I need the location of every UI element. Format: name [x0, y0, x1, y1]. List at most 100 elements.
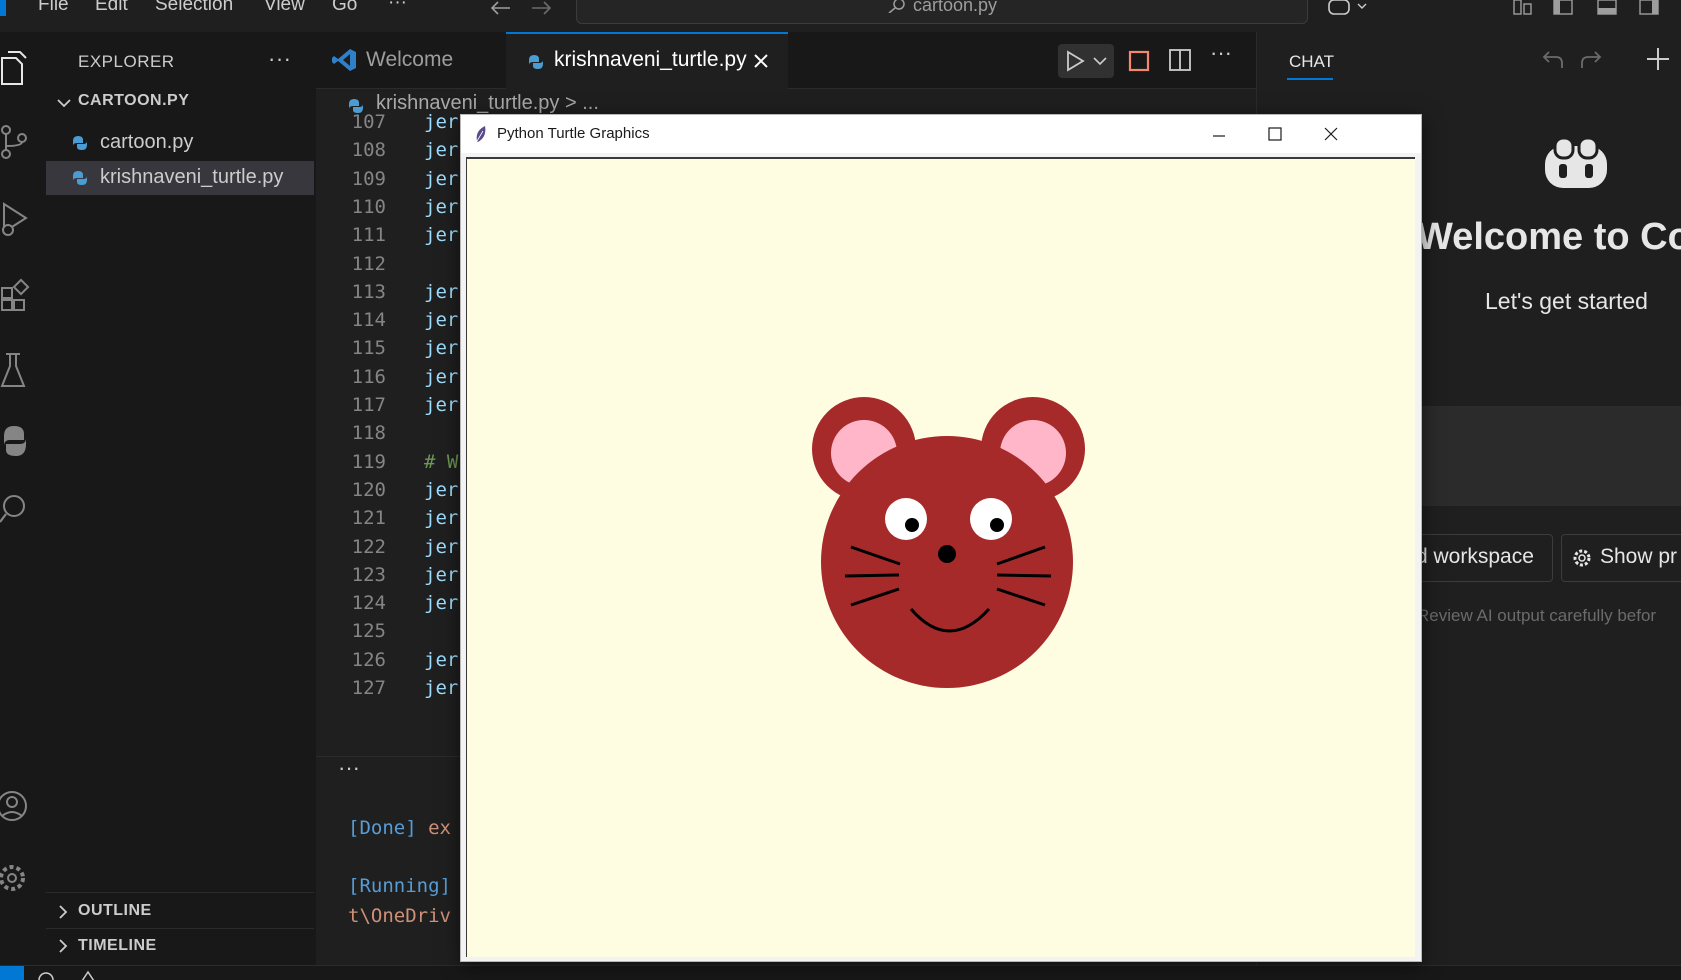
code-line[interactable]: 122 jer [316, 536, 466, 566]
code-line[interactable]: 123 jer [316, 564, 466, 594]
explorer-sidebar: EXPLORER ··· CARTOON.PY cartoon.py krish… [46, 32, 317, 979]
settings-gear-icon[interactable] [0, 860, 40, 900]
account-icon[interactable] [0, 790, 40, 830]
back-arrow-icon[interactable] [488, 0, 514, 16]
tab-welcome[interactable]: Welcome [316, 32, 506, 88]
chevron-right-icon[interactable] [56, 938, 70, 954]
tab-krishnaveni-turtle[interactable]: krishnaveni_turtle.py [506, 32, 788, 90]
turtle-graphics-window: Python Turtle Graphics [460, 114, 1422, 962]
forward-arrow-icon[interactable] [528, 0, 554, 16]
activity-bar [0, 32, 46, 979]
redo-icon[interactable] [1579, 48, 1603, 72]
code-line[interactable]: 114 jer [316, 309, 466, 339]
python-icon[interactable] [0, 422, 40, 462]
line-number: 114 [351, 309, 386, 332]
chat-welcome-heading: Welcome to Cop [1417, 216, 1681, 258]
remote-indicator[interactable] [0, 966, 24, 980]
code-line[interactable]: 107 jer [316, 111, 466, 141]
folder-cartoon[interactable]: CARTOON.PY [78, 92, 189, 110]
file-krishnaveni-turtle-py[interactable]: krishnaveni_turtle.py [46, 161, 314, 195]
undo-icon[interactable] [1541, 48, 1565, 72]
editor-more-button[interactable]: ··· [1210, 40, 1232, 66]
menu-more-button[interactable]: ··· [388, 0, 407, 14]
show-prompts-button[interactable]: Show pr [1561, 534, 1681, 582]
close-window-button[interactable] [1303, 115, 1359, 153]
panel-more-button[interactable]: ··· [338, 755, 360, 781]
code-line[interactable]: 124 jer [316, 592, 466, 622]
close-icon[interactable] [752, 52, 770, 70]
code-line[interactable]: 115 jer [316, 337, 466, 367]
chevron-right-icon[interactable] [56, 904, 70, 920]
divider [46, 892, 314, 893]
code-line[interactable]: 116 jer [316, 366, 466, 396]
code-line[interactable]: 117 jer [316, 394, 466, 424]
outline-section[interactable]: OUTLINE [78, 902, 152, 920]
code-line[interactable]: 108 jer [316, 139, 466, 169]
output-tag: [Done] [348, 817, 417, 839]
menu-view[interactable]: View [264, 0, 305, 16]
code-line[interactable]: 121 jer [316, 507, 466, 537]
code-line[interactable]: 126 jer [316, 649, 466, 679]
testing-flask-icon[interactable] [0, 350, 40, 390]
line-number: 119 [351, 450, 386, 473]
chevron-down-icon[interactable] [56, 97, 72, 109]
code-line[interactable]: 112 [316, 253, 466, 283]
toggle-sidebar-icon[interactable] [1552, 0, 1574, 16]
new-chat-plus-icon[interactable] [1645, 46, 1671, 72]
output-text: ex [416, 817, 451, 839]
code-line[interactable]: 120 jer [316, 479, 466, 509]
turtle-window-titlebar[interactable]: Python Turtle Graphics [461, 115, 1421, 153]
split-editor-icon[interactable] [1168, 48, 1192, 72]
code-text: jer [424, 677, 459, 699]
file-cartoon-py[interactable]: cartoon.py [46, 126, 314, 160]
run-button-group[interactable] [1058, 44, 1114, 78]
chat-suggestion-card[interactable] [1417, 406, 1681, 506]
right-pupil [990, 518, 1004, 532]
menu-selection[interactable]: Selection [155, 0, 233, 16]
code-line[interactable]: 127 jer [316, 677, 466, 707]
menu-go[interactable]: Go [332, 0, 357, 16]
code-line[interactable]: 125 [316, 620, 466, 650]
code-line[interactable]: 110 jer [316, 196, 466, 226]
command-center-search[interactable]: cartoon.py [576, 0, 1308, 24]
line-number: 124 [351, 592, 386, 615]
run-play-icon[interactable] [1064, 50, 1086, 72]
stop-icon[interactable] [1128, 50, 1150, 72]
code-text: jer [424, 111, 459, 133]
line-number: 108 [351, 139, 386, 162]
code-line[interactable]: 113 jer [316, 281, 466, 311]
code-text: jer [424, 337, 459, 360]
tab-label: Welcome [366, 48, 454, 71]
chat-tab[interactable]: CHAT [1289, 52, 1334, 72]
turtle-canvas[interactable] [466, 157, 1415, 957]
menu-edit[interactable]: Edit [95, 0, 128, 16]
layout-customize-icon[interactable] [1512, 0, 1534, 16]
run-debug-icon[interactable] [0, 200, 40, 240]
explorer-icon[interactable] [0, 48, 40, 88]
code-line[interactable]: 119 # W [316, 451, 466, 481]
editor-tabs: Welcome krishnaveni_turtle.py ··· [316, 32, 1256, 90]
search-icon[interactable] [0, 492, 40, 532]
file-label: krishnaveni_turtle.py [100, 166, 284, 188]
code-line[interactable]: 118 [316, 422, 466, 452]
line-number: 113 [351, 280, 386, 303]
line-number: 127 [351, 677, 386, 699]
explorer-more-button[interactable]: ··· [268, 46, 291, 72]
code-line[interactable]: 111 jer [316, 224, 466, 254]
add-workspace-button[interactable]: d workspace [1407, 534, 1553, 582]
code-line[interactable]: 109 jer [316, 168, 466, 198]
toggle-secondary-sidebar-icon[interactable] [1638, 0, 1660, 16]
minimize-button[interactable] [1191, 115, 1247, 153]
maximize-button[interactable] [1247, 115, 1303, 153]
extensions-icon[interactable] [0, 276, 40, 316]
source-control-icon[interactable] [0, 122, 40, 162]
code-text: jer [424, 224, 459, 247]
copilot-icon[interactable] [1326, 0, 1372, 18]
toggle-panel-icon[interactable] [1596, 0, 1618, 16]
gear-icon [1573, 549, 1591, 567]
chevron-down-icon[interactable] [1092, 56, 1108, 68]
menu-file[interactable]: File [38, 0, 69, 16]
search-text: cartoon.py [913, 0, 998, 15]
line-number: 117 [351, 394, 386, 416]
timeline-section[interactable]: TIMELINE [78, 937, 157, 955]
